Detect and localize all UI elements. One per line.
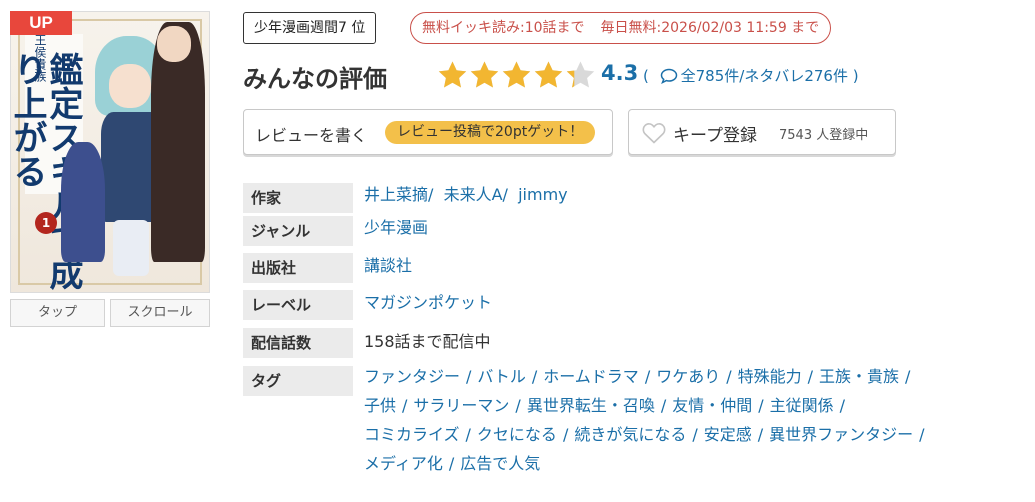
tag-link[interactable]: コミカライズ [364,425,460,444]
cover-side-character [61,142,105,262]
star-icon [502,61,531,88]
counts-close-paren: ) [852,67,859,85]
label-value: マガジンポケット [364,288,492,318]
review-counts-link[interactable]: ( 全785件/ネタバレ276件 ) [643,65,859,86]
tag-link[interactable]: 異世界ファンタジー [769,425,913,444]
star-icon [534,61,563,88]
tag-separator: / [531,367,538,386]
author-link[interactable]: jimmy [518,185,568,204]
comic-cover[interactable]: 王侯貴族 鑑定スキルで成り上がる 1 [10,11,210,293]
free-read-badge[interactable]: 無料イッキ読み:10話まで 毎日無料:2026/02/03 11:59 まで [410,12,832,44]
author-link[interactable]: 未来人A [444,185,503,204]
rank-number: 7 [338,20,347,36]
tag-separator: / [905,367,911,386]
publisher-value: 講談社 [364,251,412,281]
star-icon [470,61,499,88]
tag-separator: / [839,396,846,415]
rating-title: みんなの評価 [243,65,387,93]
scroll-button[interactable]: スクロール [110,299,210,327]
write-review-label: レビューを書く [255,126,368,145]
cover-butler-face [157,26,191,62]
tag-separator: / [807,367,814,386]
cover-character-face [109,64,151,108]
tag-link[interactable]: 続きが気になる [574,425,686,444]
keep-register-label: キープ登録 [673,126,757,146]
tag-separator: / [402,396,408,415]
tag-link[interactable]: 異世界転生・召喚 [527,396,655,415]
tag-separator: / [562,425,569,444]
tag-separator: / [644,367,651,386]
cover-character-legs [113,220,149,276]
tag-link[interactable]: 王族・貴族 [819,367,899,386]
tag-link[interactable]: 広告で人気 [460,454,540,473]
genre-value: 少年漫画 [364,213,428,243]
tag-link[interactable]: 主従関係 [770,396,834,415]
publisher-label: 出版社 [243,253,353,283]
tag-link[interactable]: 子供 [364,396,396,415]
daily-free-text: 毎日無料:2026/02/03 11:59 まで [600,20,820,36]
tag-row: メディア化 / 広告で人気 [364,449,540,479]
tag-separator: / [692,425,698,444]
rank-prefix: 少年漫画週間 [254,20,338,36]
tag-row: ファンタジー / バトル / ホームドラマ / ワケあり / 特殊能力 / 王族・貴族 / [364,362,916,392]
keep-count: 7543 人登録中 [779,128,869,143]
review-counts-text: 全785件/ネタバレ276件 [680,67,848,85]
tag-separator: / [448,454,455,473]
heart-icon [642,123,666,144]
label-link[interactable]: マガジンポケット [364,293,492,312]
tag-link[interactable]: バトル [477,367,525,386]
tags-label: タグ [243,366,353,396]
keep-register-button[interactable]: キープ登録 7543 人登録中 [628,109,896,155]
label-label: レーベル [243,290,353,320]
tag-link[interactable]: ホームドラマ [543,367,639,386]
tag-separator: / [919,425,925,444]
tag-link[interactable]: 友情・仲間 [672,396,752,415]
tap-button[interactable]: タップ [10,299,105,327]
tag-link[interactable]: メディア化 [364,454,443,473]
episodes-value: 158話まで配信中 [364,332,491,351]
tag-separator: / [757,425,764,444]
free-read-text: 無料イッキ読み:10話まで [422,20,585,36]
tag-separator: / [466,367,472,386]
comment-icon [660,68,677,84]
genre-label: ジャンル [243,216,353,246]
review-points-pill: レビュー投稿で20ptゲット！ [385,121,596,144]
tag-separator: / [660,396,667,415]
star-icon [438,61,467,88]
tag-link[interactable]: 特殊能力 [738,367,802,386]
genre-link[interactable]: 少年漫画 [364,218,428,237]
tag-row: 子供 / サラリーマン / 異世界転生・召喚 / 友情・仲間 / 主従関係 / [364,391,851,421]
author-label: 作家 [243,183,353,213]
tag-separator: / [515,396,521,415]
tag-link[interactable]: ワケあり [656,367,720,386]
tag-link[interactable]: サラリーマン [413,396,509,415]
tag-link[interactable]: 安定感 [704,425,752,444]
rank-suffix: 位 [346,20,366,36]
rating-score: 4.3 [601,61,639,85]
cover-volume-badge: 1 [35,212,57,234]
star-icon [566,61,595,88]
tag-separator: / [758,396,764,415]
write-review-button[interactable]: レビューを書く レビュー投稿で20ptゲット！ [243,109,613,155]
publisher-link[interactable]: 講談社 [364,256,412,275]
tag-link[interactable]: ファンタジー [364,367,460,386]
up-badge: UP [10,11,72,35]
tag-separator: / [465,425,471,444]
author-list: 井上菜摘/ 未来人A/ jimmy [364,185,568,204]
tag-separator: / [726,367,732,386]
episodes-label: 配信話数 [243,328,353,358]
author-link[interactable]: 井上菜摘 [364,185,428,204]
tag-link[interactable]: クセになる [477,425,557,444]
weekly-rank-badge[interactable]: 少年漫画週間7 位 [243,12,377,44]
tag-row: コミカライズ / クセになる / 続きが気になる / 安定感 / 異世界ファンタジー / [364,420,931,450]
counts-open-paren: ( [643,67,649,85]
